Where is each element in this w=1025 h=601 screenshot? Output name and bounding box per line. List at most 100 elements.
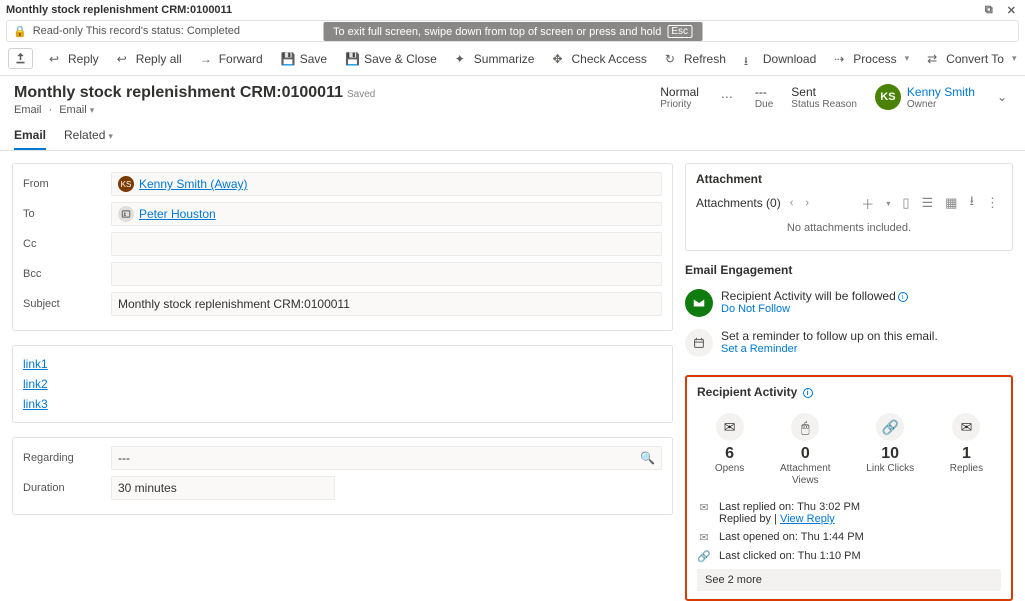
attachment-card-view-button[interactable]: ▯ — [899, 195, 912, 211]
recipient-activity-title: Recipient Activity — [697, 385, 797, 399]
link-clicks-icon: 🔗 — [876, 413, 904, 441]
record-title: Monthly stock replenishment CRM:0100011S… — [14, 84, 375, 102]
stat-attachment-views: 🖱 0 Attachment Views — [780, 413, 831, 487]
reminder-icon — [685, 329, 713, 357]
stat-replies: ✉ 1 Replies — [950, 413, 983, 487]
body-link-2[interactable]: link2 — [23, 374, 662, 394]
cc-field[interactable] — [111, 232, 662, 256]
convert-to-button[interactable]: ⇄Convert To — [919, 48, 1024, 70]
from-avatar: KS — [118, 176, 134, 192]
activity-timeline: ✉ Last replied on: Thu 3:02 PM Replied b… — [697, 495, 1001, 563]
entity-label-1: Email — [14, 104, 42, 116]
replied-by-text: Replied by | — [719, 513, 780, 525]
see-more-button[interactable]: See 2 more — [697, 569, 1001, 591]
info-icon[interactable]: i — [898, 292, 908, 302]
to-link[interactable]: Peter Houston — [139, 207, 216, 221]
no-attachments-text: No attachments included. — [696, 214, 1002, 242]
to-field[interactable]: Peter Houston — [111, 202, 662, 226]
new-record-button[interactable] — [8, 48, 33, 69]
summarize-button[interactable]: ✦Summarize — [447, 48, 543, 70]
popout-icon[interactable]: ⧉ — [982, 4, 996, 17]
window-titlebar: Monthly stock replenishment CRM:0100011 … — [0, 0, 1025, 20]
add-attachment-button[interactable]: ＋ — [858, 194, 877, 213]
entity-selector[interactable]: Email — [59, 104, 94, 116]
owner-field[interactable]: KS Kenny Smith Owner — [875, 84, 975, 110]
attachment-title: Attachment — [696, 172, 1002, 186]
tab-email[interactable]: Email — [14, 122, 46, 150]
status-text: Read-only This record's status: Complete… — [33, 25, 240, 37]
status-reason-field: Sent Status Reason — [791, 85, 857, 110]
email-engagement-panel: Email Engagement Recipient Activity will… — [685, 263, 1013, 363]
save-close-button[interactable]: 💾Save & Close — [337, 48, 445, 70]
lock-icon: 🔒 — [13, 25, 27, 38]
fullscreen-banner: To exit full screen, swipe down from top… — [323, 22, 702, 41]
command-bar: ↩Reply ↩Reply all →Forward 💾Save 💾Save &… — [0, 42, 1025, 76]
refresh-button[interactable]: ↻Refresh — [657, 48, 734, 70]
opened-icon: ✉ — [697, 531, 711, 544]
reply-button[interactable]: ↩Reply — [41, 48, 107, 70]
attachment-list-view-button[interactable]: ☰ — [918, 195, 936, 211]
owner-avatar: KS — [875, 84, 901, 110]
banner-text: To exit full screen, swipe down from top… — [333, 26, 661, 38]
record-header: Monthly stock replenishment CRM:0100011S… — [0, 76, 1025, 116]
engagement-title: Email Engagement — [685, 263, 1013, 277]
from-label: From — [23, 178, 111, 190]
bcc-field[interactable] — [111, 262, 662, 286]
from-link[interactable]: Kenny Smith (Away) — [139, 177, 248, 191]
window-controls: ⧉ ✕ — [982, 4, 1019, 17]
process-button[interactable]: ⇢Process — [826, 48, 917, 70]
info-icon[interactable]: i — [803, 388, 813, 398]
header-more-button[interactable]: ⋯ — [717, 90, 737, 104]
body-link-3[interactable]: link3 — [23, 394, 662, 414]
attachment-panel: Attachment Attachments (0) ‹ › ＋ ▾ ▯ ☰ ▦… — [685, 163, 1013, 251]
reply-icon: ✉ — [697, 501, 711, 514]
set-reminder-link[interactable]: Set a Reminder — [721, 343, 938, 355]
subject-field[interactable]: Monthly stock replenishment CRM:0100011 — [111, 292, 662, 316]
regarding-label: Regarding — [23, 452, 111, 464]
details-panel: Regarding --- 🔍 Duration 30 minutes — [12, 437, 673, 515]
last-replied-text: Last replied on: Thu 3:02 PM — [719, 501, 860, 513]
attachment-grid-view-button[interactable]: ▦ — [942, 195, 960, 211]
cc-label: Cc — [23, 238, 111, 250]
duration-label: Duration — [23, 482, 111, 494]
tab-related[interactable]: Related — [64, 122, 113, 150]
opens-icon: ✉ — [716, 413, 744, 441]
close-icon[interactable]: ✕ — [1004, 4, 1019, 17]
search-icon[interactable]: 🔍 — [640, 451, 655, 465]
attachment-download-button[interactable]: ⭳ — [966, 192, 977, 214]
tab-strip: Email Related — [0, 116, 1025, 151]
followed-icon — [685, 289, 713, 317]
subject-label: Subject — [23, 298, 111, 310]
body-link-1[interactable]: link1 — [23, 354, 662, 374]
window-title: Monthly stock replenishment CRM:0100011 — [6, 4, 232, 16]
forward-button[interactable]: →Forward — [192, 48, 271, 70]
to-label: To — [23, 208, 111, 220]
esc-key[interactable]: Esc — [667, 25, 692, 38]
save-button[interactable]: 💾Save — [273, 48, 335, 70]
followed-text: Recipient Activity will be followed — [721, 289, 896, 303]
do-not-follow-link[interactable]: Do Not Follow — [721, 303, 908, 315]
stat-link-clicks: 🔗 10 Link Clicks — [866, 413, 914, 487]
attachment-prev-button[interactable]: ‹ — [787, 197, 797, 209]
email-body-panel: link1 link2 link3 — [12, 345, 673, 423]
attachment-dropdown-button[interactable]: ▾ — [883, 199, 893, 208]
last-opened-text: Last opened on: Thu 1:44 PM — [719, 531, 864, 543]
bcc-label: Bcc — [23, 268, 111, 280]
download-button[interactable]: ⭳Download — [736, 48, 824, 70]
header-expand-button[interactable]: ⌄ — [993, 90, 1011, 104]
attachment-more-button[interactable]: ⋮ — [983, 195, 1002, 211]
attachment-list-label: Attachments (0) — [696, 196, 781, 210]
attachment-views-icon: 🖱 — [791, 413, 819, 441]
priority-field: Normal Priority — [660, 85, 699, 110]
from-field[interactable]: KS Kenny Smith (Away) — [111, 172, 662, 196]
due-field: --- Due — [755, 85, 773, 110]
status-bar: 🔒 Read-only This record's status: Comple… — [6, 20, 1019, 42]
attachment-next-button[interactable]: › — [802, 197, 812, 209]
check-access-button[interactable]: ✥Check Access — [544, 48, 654, 70]
last-clicked-text: Last clicked on: Thu 1:10 PM — [719, 550, 861, 562]
duration-field[interactable]: 30 minutes — [111, 476, 335, 500]
contact-icon — [118, 206, 134, 222]
view-reply-link[interactable]: View Reply — [780, 513, 835, 525]
regarding-field[interactable]: --- 🔍 — [111, 446, 662, 470]
reply-all-button[interactable]: ↩Reply all — [109, 48, 190, 70]
